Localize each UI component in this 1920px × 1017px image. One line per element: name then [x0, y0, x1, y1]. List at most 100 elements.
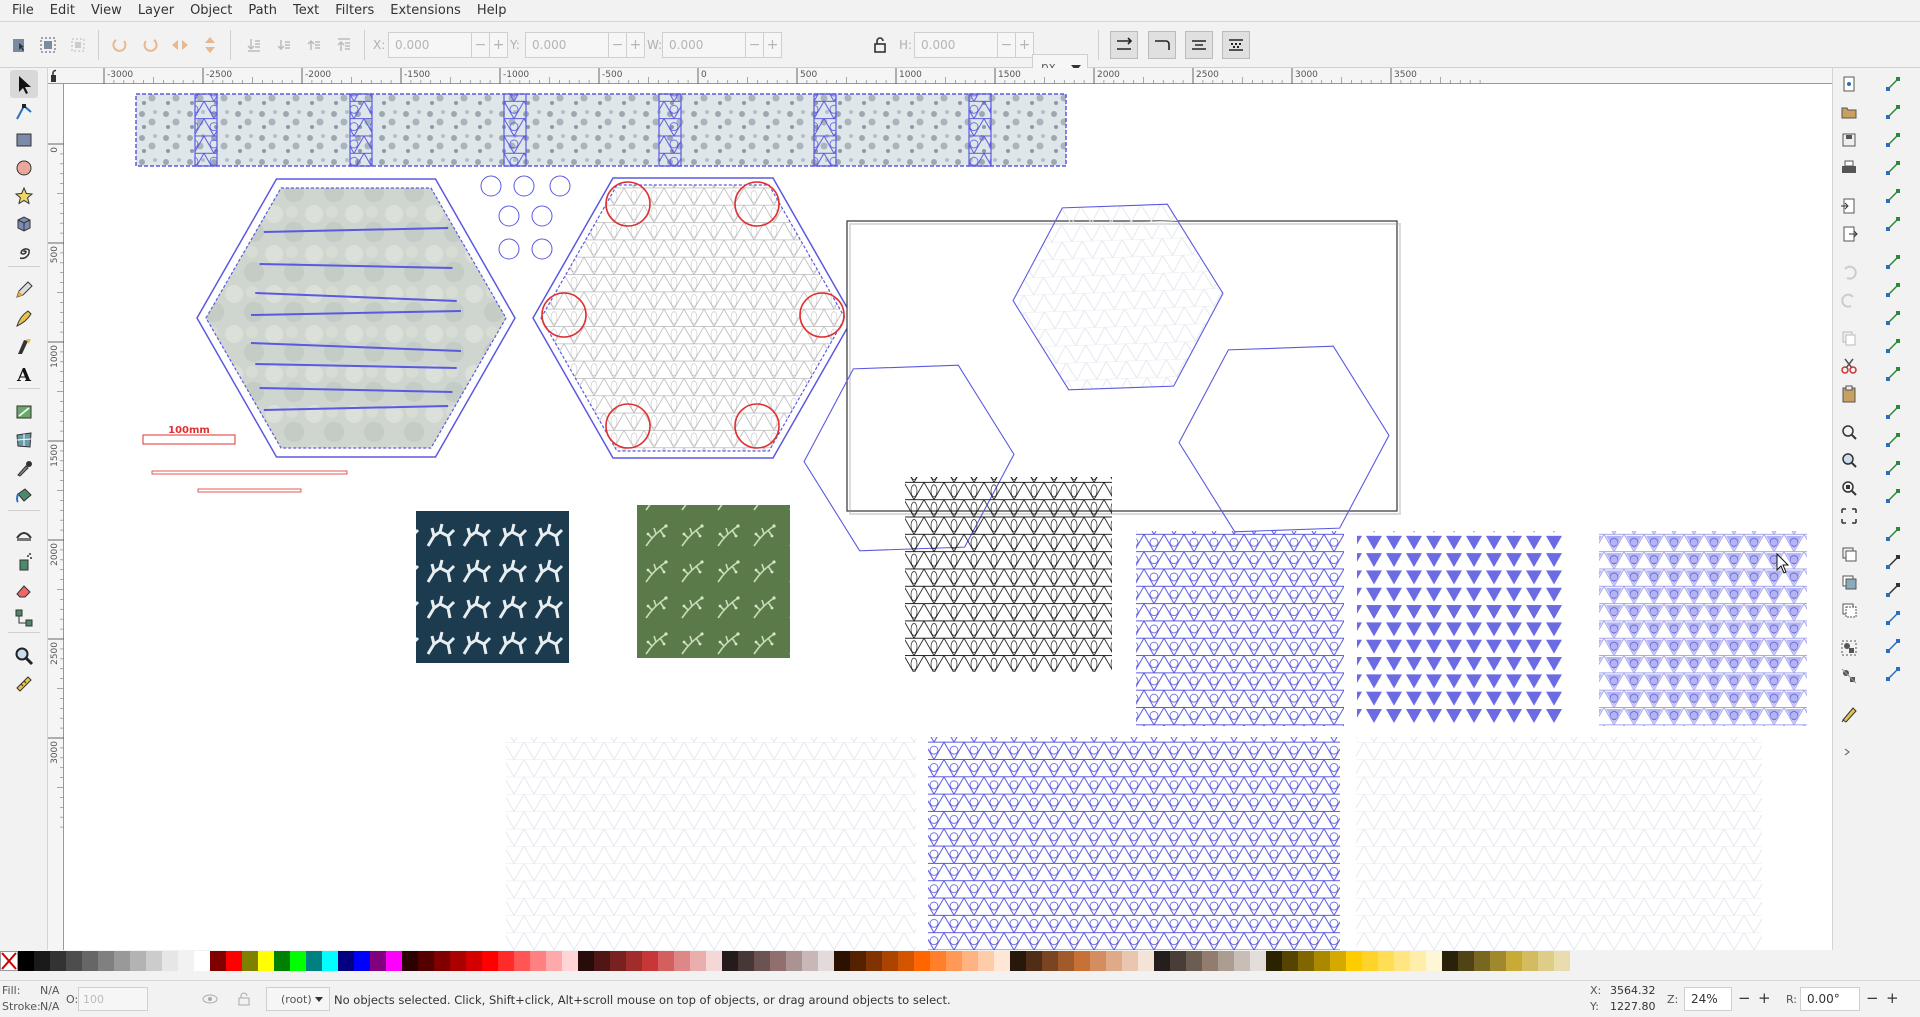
palette-swatch[interactable]: [1138, 951, 1154, 971]
h-input[interactable]: [914, 32, 998, 58]
palette-swatch[interactable]: [914, 951, 930, 971]
top-strip[interactable]: [135, 93, 1067, 167]
palette-swatch[interactable]: [162, 951, 178, 971]
deselect-icon[interactable]: [64, 31, 92, 59]
palette-swatch[interactable]: [1458, 951, 1474, 971]
snap-control-17-icon[interactable]: [1879, 548, 1907, 576]
unlink-clone-icon[interactable]: [1835, 596, 1863, 624]
palette-swatch[interactable]: [1330, 951, 1346, 971]
palette-swatch[interactable]: [594, 951, 610, 971]
faint-pattern-right[interactable]: [1356, 737, 1762, 950]
blue-pattern-tile-2[interactable]: [1357, 531, 1565, 726]
rotation-input[interactable]: 0.00°: [1800, 987, 1860, 1011]
menu-help[interactable]: Help: [469, 3, 515, 18]
y-minus-button[interactable]: −: [609, 32, 627, 58]
palette-swatch[interactable]: [978, 951, 994, 971]
zoom-input[interactable]: 24%: [1684, 987, 1732, 1011]
strip-band[interactable]: [813, 93, 837, 167]
palette-scrollbar[interactable]: [0, 972, 1920, 980]
strip-band[interactable]: [194, 93, 218, 167]
palette-swatch[interactable]: [1490, 951, 1506, 971]
palette-swatch[interactable]: [1042, 951, 1058, 971]
palette-swatch[interactable]: [1314, 951, 1330, 971]
palette-swatch[interactable]: [306, 951, 322, 971]
palette-swatch[interactable]: [866, 951, 882, 971]
small-circle[interactable]: [498, 238, 520, 260]
no-paint-swatch[interactable]: [0, 951, 18, 971]
palette-swatch[interactable]: [18, 951, 34, 971]
red-strip[interactable]: [151, 470, 348, 475]
text-tool[interactable]: A: [10, 360, 38, 388]
palette-swatch[interactable]: [818, 951, 834, 971]
palette-swatch[interactable]: [194, 951, 210, 971]
y-plus-button[interactable]: +: [627, 32, 645, 58]
palette-swatch[interactable]: [146, 951, 162, 971]
palette-swatch[interactable]: [994, 951, 1010, 971]
palette-swatch[interactable]: [1282, 951, 1298, 971]
palette-swatch[interactable]: [1298, 951, 1314, 971]
snap-control-9-icon[interactable]: [1879, 304, 1907, 332]
palette-swatch[interactable]: [210, 951, 226, 971]
palette-swatch[interactable]: [658, 951, 674, 971]
save-icon[interactable]: [1835, 126, 1863, 154]
lower-to-bottom-icon[interactable]: [240, 31, 268, 59]
palette-swatch[interactable]: [1266, 951, 1282, 971]
layer-lock-icon[interactable]: [230, 987, 258, 1011]
palette-swatch[interactable]: [466, 951, 482, 971]
palette-swatch[interactable]: [610, 951, 626, 971]
palette-swatch[interactable]: [1250, 951, 1266, 971]
small-circle[interactable]: [480, 175, 502, 197]
eye-icon[interactable]: [196, 987, 224, 1011]
palette-swatch[interactable]: [98, 951, 114, 971]
calligraphy-tool[interactable]: [10, 332, 38, 360]
w-plus-button[interactable]: +: [764, 32, 782, 58]
palette-swatch[interactable]: [530, 951, 546, 971]
zoom-minus-button[interactable]: −: [1738, 989, 1751, 1007]
palette-swatch[interactable]: [706, 951, 722, 971]
small-circle[interactable]: [549, 175, 571, 197]
palette-swatch[interactable]: [754, 951, 770, 971]
palette-swatch[interactable]: [1554, 951, 1570, 971]
palette-swatch[interactable]: [274, 951, 290, 971]
redo-icon[interactable]: [1835, 286, 1863, 314]
palette-swatch[interactable]: [338, 951, 354, 971]
palette-swatch[interactable]: [178, 951, 194, 971]
palette-swatch[interactable]: [770, 951, 786, 971]
palette-swatch[interactable]: [258, 951, 274, 971]
lower-icon[interactable]: [270, 31, 298, 59]
rotation-minus-button[interactable]: −: [1866, 989, 1879, 1007]
tweak-tool[interactable]: [10, 520, 38, 548]
small-circle[interactable]: [531, 205, 553, 227]
transform-corners-icon[interactable]: [1148, 31, 1176, 59]
palette-swatch[interactable]: [50, 951, 66, 971]
x-field[interactable]: X: −+: [373, 32, 508, 58]
open-icon[interactable]: [1835, 98, 1863, 126]
palette-swatch[interactable]: [1506, 951, 1522, 971]
snap-control-18-icon[interactable]: [1879, 576, 1907, 604]
pencil-tool[interactable]: [10, 276, 38, 304]
palette-swatch[interactable]: [1522, 951, 1538, 971]
palette-swatch[interactable]: [1538, 951, 1554, 971]
palette-swatch[interactable]: [882, 951, 898, 971]
duplicate-icon[interactable]: [1835, 540, 1863, 568]
ellipse-tool[interactable]: [10, 154, 38, 182]
paste-icon[interactable]: [1835, 380, 1863, 408]
palette-swatch[interactable]: [1090, 951, 1106, 971]
palette-swatch[interactable]: [1106, 951, 1122, 971]
palette-swatch[interactable]: [66, 951, 82, 971]
palette-swatch[interactable]: [114, 951, 130, 971]
snap-control-16-icon[interactable]: [1879, 520, 1907, 548]
snap-control-15-icon[interactable]: [1879, 482, 1907, 510]
strip-band[interactable]: [349, 93, 373, 167]
palette-swatch[interactable]: [1218, 951, 1234, 971]
menu-view[interactable]: View: [83, 3, 130, 18]
palette-swatch[interactable]: [850, 951, 866, 971]
scale-bar[interactable]: [142, 434, 236, 445]
palette-swatch[interactable]: [130, 951, 146, 971]
rotate-cw-icon[interactable]: [136, 31, 164, 59]
raise-to-top-icon[interactable]: [330, 31, 358, 59]
x-minus-button[interactable]: −: [472, 32, 490, 58]
canvas[interactable]: 100mm: [64, 84, 1832, 950]
vertical-ruler[interactable]: 0 500 1000 1500 2000 2500 3000: [48, 84, 64, 950]
palette-swatch[interactable]: [1026, 951, 1042, 971]
